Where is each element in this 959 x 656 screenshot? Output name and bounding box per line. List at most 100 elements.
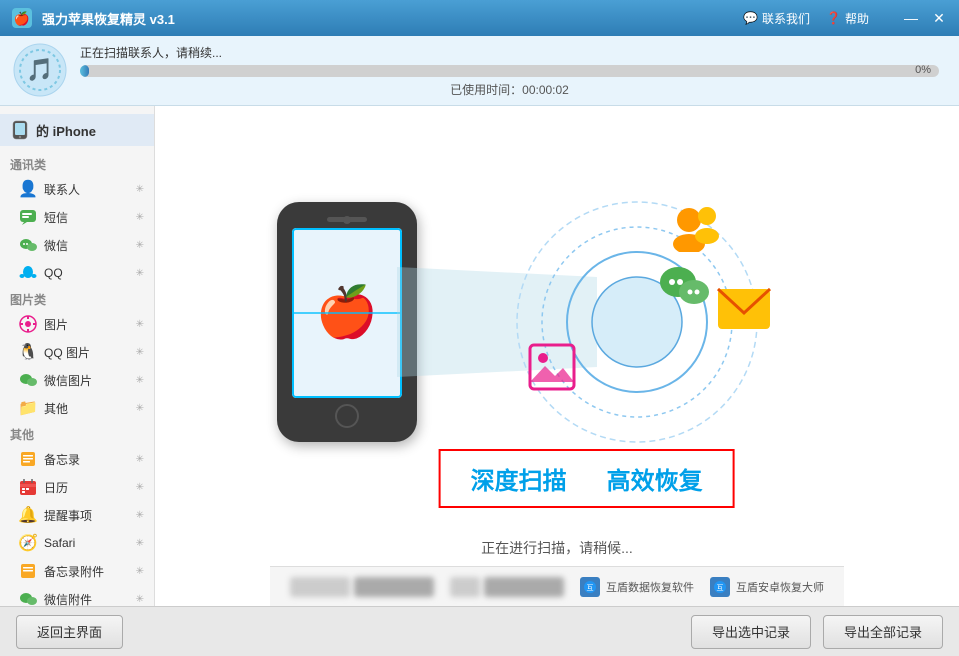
scanning-label: 正在扫描联系人，请稍续... [80, 44, 939, 61]
status-text: 正在进行扫描，请稍候... [481, 538, 633, 566]
sidebar-item-contacts[interactable]: 👤 联系人 ✳ [0, 175, 154, 203]
notes-sparkle: ✳ [136, 454, 144, 465]
sidebar-device: 的 iPhone [0, 114, 154, 146]
category-photos: 图片类 [0, 287, 154, 310]
progress-time: 已使用时间：00:00:02 [80, 81, 939, 98]
sidebar-item-reminders[interactable]: 🔔 提醒事项 ✳ [0, 501, 154, 529]
help-btn[interactable]: ❓ 帮助 [826, 10, 869, 27]
wechat-files-label: 微信附件 [44, 591, 136, 607]
ad-item-hd-recovery: 互 互盾数据恢复软件 [580, 577, 694, 597]
qq-photos-icon: 🐧 [18, 342, 38, 362]
ad-blur-2 [354, 577, 434, 597]
note-attachments-icon [18, 561, 38, 581]
svg-text:🎵: 🎵 [26, 57, 53, 82]
wechat-label: 微信 [44, 237, 136, 254]
contacts-label: 联系人 [44, 181, 136, 198]
ad-blur-1 [290, 577, 350, 597]
qq-icon [18, 263, 38, 283]
sms-icon [18, 207, 38, 227]
ad-item-2-blurred [450, 577, 564, 597]
export-all-btn[interactable]: 导出全部记录 [823, 615, 943, 649]
contacts-float-icon [667, 202, 727, 261]
scan-border [292, 228, 402, 398]
reminders-label: 提醒事项 [44, 507, 136, 524]
note-attachments-sparkle: ✳ [136, 566, 144, 577]
sms-label: 短信 [44, 209, 136, 226]
sidebar-item-photos[interactable]: 图片 ✳ [0, 310, 154, 338]
category-communication: 通讯类 [0, 152, 154, 175]
phone-home-btn [335, 404, 359, 428]
header-row: 🎵 正在扫描联系人，请稍续... 0% 已使用时间：00:00:02 [0, 36, 959, 106]
calendar-label: 日历 [44, 479, 136, 496]
sidebar-item-note-attachments[interactable]: 备忘录附件 ✳ [0, 557, 154, 585]
sidebar-item-other[interactable]: 📁 其他 ✳ [0, 394, 154, 422]
wechat-files-sparkle: ✳ [136, 594, 144, 605]
close-btn[interactable]: ✕ [929, 8, 949, 28]
phone-camera [343, 216, 351, 224]
mail-float-icon [716, 287, 772, 336]
calendar-icon [18, 477, 38, 497]
progress-bar-fill [80, 65, 89, 77]
qq-photos-label: QQ 图片 [44, 344, 136, 361]
progress-percent: 0% [915, 65, 931, 76]
wechat-files-icon [18, 589, 38, 606]
sidebar-item-wechat-files[interactable]: 微信附件 ✳ [0, 585, 154, 606]
ad-blur-3 [450, 577, 480, 597]
contacts-icon: 👤 [18, 179, 38, 199]
ad-item-1-blurred [290, 577, 434, 597]
sidebar-item-sms[interactable]: 短信 ✳ [0, 203, 154, 231]
device-icon-area: 🎵 [10, 41, 70, 101]
deep-scan-label: 深度扫描 [471, 461, 567, 496]
wechat-photos-icon [18, 370, 38, 390]
other-sparkle: ✳ [136, 403, 144, 414]
back-to-home-btn[interactable]: 返回主界面 [16, 615, 123, 649]
notes-icon [18, 449, 38, 469]
sidebar-item-wechat-photos[interactable]: 微信图片 ✳ [0, 366, 154, 394]
phone-screen: 🍎 [292, 228, 402, 398]
other-icon: 📁 [18, 398, 38, 418]
notes-label: 备忘录 [44, 451, 136, 468]
header-progress-section: 正在扫描联系人，请稍续... 0% 已使用时间：00:00:02 [70, 44, 949, 98]
qq-photos-sparkle: ✳ [136, 347, 144, 358]
safari-sparkle: ✳ [136, 538, 144, 549]
chat-icon: 💬 [743, 11, 758, 25]
wechat-float-icon [656, 262, 712, 319]
minimize-btn[interactable]: — [901, 8, 921, 28]
sidebar-item-safari[interactable]: 🧭 Safari ✳ [0, 529, 154, 557]
ad-item-2-label: 互盾安卓恢复大师 [736, 579, 824, 595]
qq-label: QQ [44, 266, 136, 280]
title-bar-controls: 💬 联系我们 ❓ 帮助 — ✕ [743, 8, 949, 28]
note-attachments-label: 备忘录附件 [44, 563, 136, 580]
window-controls: — ✕ [901, 8, 949, 28]
safari-label: Safari [44, 536, 136, 550]
export-selected-btn[interactable]: 导出选中记录 [691, 615, 811, 649]
sidebar-item-qq-photos[interactable]: 🐧 QQ 图片 ✳ [0, 338, 154, 366]
title-bar: 🍎 强力苹果恢复精灵 v3.1 💬 联系我们 ❓ 帮助 — ✕ [0, 0, 959, 36]
qq-sparkle: ✳ [136, 268, 144, 279]
svg-text:🍎: 🍎 [14, 10, 30, 26]
iphone-icon [10, 120, 30, 140]
content-area: 🍎 [155, 106, 959, 606]
efficient-restore-label: 高效恢复 [607, 461, 703, 496]
wechat-photos-label: 微信图片 [44, 372, 136, 389]
sidebar-item-wechat[interactable]: 微信 ✳ [0, 231, 154, 259]
calendar-sparkle: ✳ [136, 482, 144, 493]
sidebar-item-qq[interactable]: QQ ✳ [0, 259, 154, 287]
progress-bar: 0% [80, 65, 939, 77]
safari-icon: 🧭 [18, 533, 38, 553]
contact-us-btn[interactable]: 💬 联系我们 [743, 10, 810, 27]
scan-text-box: 深度扫描 高效恢复 [439, 449, 735, 508]
ad-blur-4 [484, 577, 564, 597]
photos-icon [18, 314, 38, 334]
app-title: 强力苹果恢复精灵 v3.1 [42, 9, 743, 28]
sidebar-item-notes[interactable]: 备忘录 ✳ [0, 445, 154, 473]
wechat-sparkle: ✳ [136, 240, 144, 251]
ad-item-1-label: 互盾数据恢复软件 [606, 579, 694, 595]
sms-sparkle: ✳ [136, 212, 144, 223]
svg-text:互: 互 [587, 584, 594, 592]
ad-android-icon: 互 [710, 577, 730, 597]
other-label: 其他 [44, 400, 136, 417]
sidebar-item-calendar[interactable]: 日历 ✳ [0, 473, 154, 501]
reminders-sparkle: ✳ [136, 510, 144, 521]
reminders-icon: 🔔 [18, 505, 38, 525]
